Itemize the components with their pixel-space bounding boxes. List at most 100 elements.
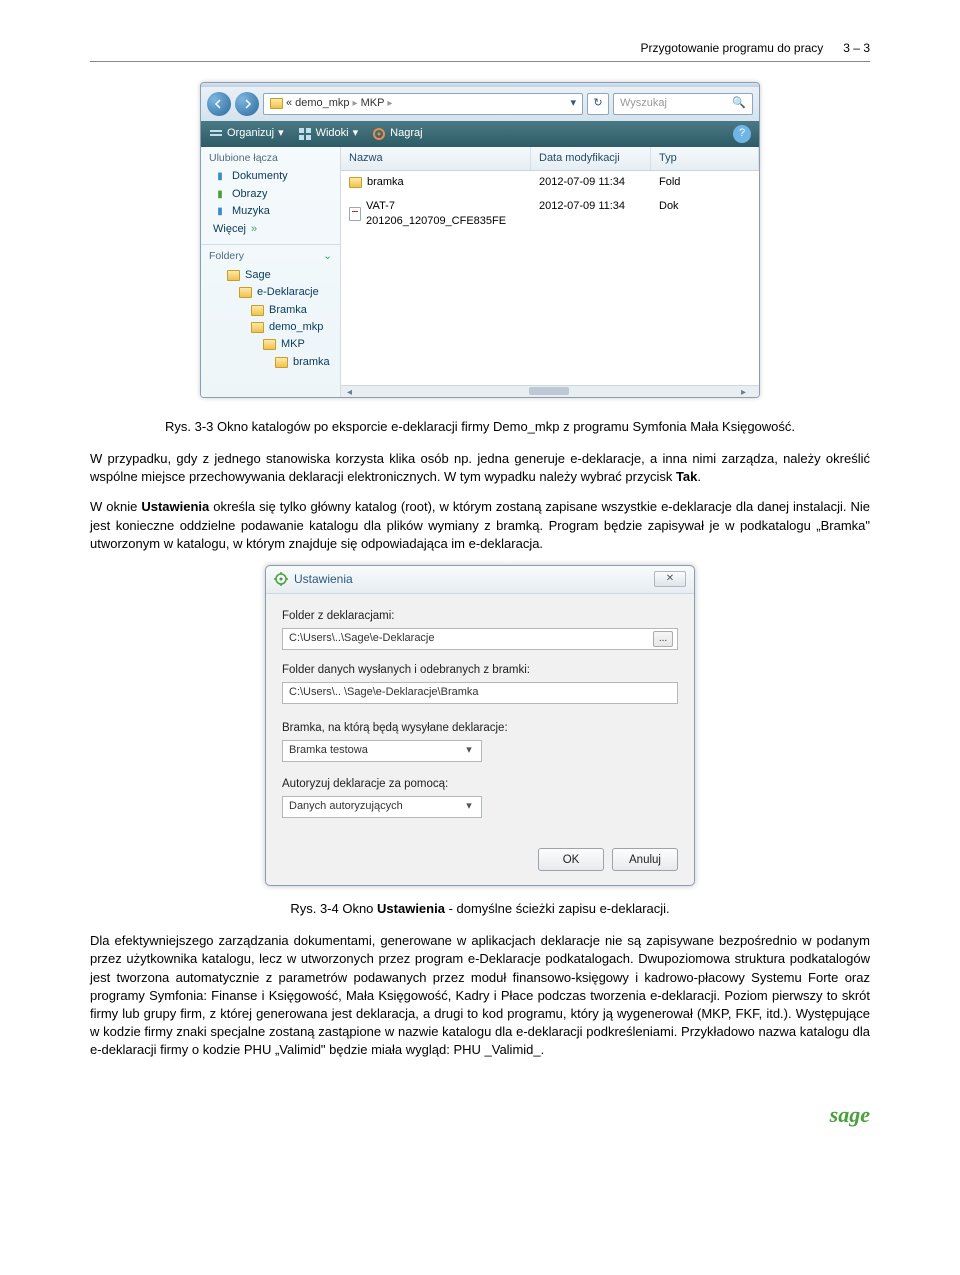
scrollbar-thumb[interactable]: [529, 387, 569, 395]
path-seg2: MKP: [361, 96, 385, 111]
scroll-left-icon[interactable]: ◂: [347, 386, 359, 396]
chevron-right-icon: »: [251, 222, 257, 237]
tree-node-edeklaracje[interactable]: e-Deklaracje: [227, 284, 332, 301]
file-date: 2012-07-09 11:34: [531, 173, 651, 192]
folder-decl-label: Folder z deklaracjami:: [282, 608, 678, 624]
sidebar-item-label: Muzyka: [232, 204, 270, 219]
tree-node-bramka[interactable]: Bramka: [227, 302, 332, 319]
file-date: 2012-07-09 11:34: [531, 197, 651, 232]
figure-caption-2: Rys. 3-4 Okno Ustawienia - domyślne ście…: [90, 900, 870, 918]
path-separator-icon: ▸: [387, 97, 392, 111]
search-input[interactable]: Wyszukaj 🔍: [613, 93, 753, 115]
folder-bramka-label: Folder danych wysłanych i odebranych z b…: [282, 662, 678, 678]
file-name: VAT-7 201206_120709_CFE835FE: [366, 199, 523, 230]
text: - domyślne ścieżki zapisu e-deklaracji.: [445, 901, 670, 916]
settings-buttons: OK Anuluj: [266, 844, 694, 885]
organize-icon: [209, 127, 223, 141]
tree-node-mkp[interactable]: MKP: [227, 336, 332, 353]
paragraph-3: Dla efektywniejszego zarządzania dokumen…: [90, 932, 870, 1059]
chevron-down-icon: ▾: [461, 743, 477, 758]
tree-node-sage[interactable]: Sage: [227, 267, 332, 284]
text: W przypadku, gdy z jednego stanowiska ko…: [90, 451, 870, 484]
folder-tree: Sage e-Deklaracje Bramka demo_mkp MKP br…: [209, 267, 332, 371]
folder-bramka-input[interactable]: C:\Users\.. \Sage\e-Deklaracje\Bramka: [282, 682, 678, 704]
burn-icon: [372, 127, 386, 141]
tree-label: Sage: [245, 268, 271, 283]
explorer-toolbar: Organizuj ▾ Widoki ▾ Nagraj ?: [201, 121, 759, 147]
text-bold: Ustawienia: [141, 499, 209, 514]
folder-icon: [275, 357, 288, 368]
burn-label: Nagraj: [390, 126, 422, 141]
nav-forward-button[interactable]: [235, 92, 259, 116]
chevron-down-icon[interactable]: ⌄: [323, 249, 332, 264]
bramka-select[interactable]: Bramka testowa ▾: [282, 740, 482, 762]
close-button[interactable]: ✕: [654, 571, 686, 587]
folder-icon: [251, 322, 264, 333]
tree-node-demo-mkp[interactable]: demo_mkp: [227, 319, 332, 336]
header-page-number: 3 – 3: [843, 41, 870, 55]
help-button[interactable]: ?: [733, 125, 751, 143]
pictures-icon: ▮: [213, 188, 227, 202]
table-row[interactable]: VAT-7 201206_120709_CFE835FE 2012-07-09 …: [341, 195, 759, 234]
chevron-down-icon: ▾: [461, 799, 477, 814]
explorer-body: Ulubione łącza ▮ Dokumenty ▮ Obrazy ▮ Mu…: [201, 147, 759, 397]
refresh-button[interactable]: ↻: [587, 93, 609, 115]
cancel-button[interactable]: Anuluj: [612, 848, 678, 871]
settings-title: Ustawienia: [294, 571, 648, 588]
sidebar-folders-title: Foldery: [209, 249, 244, 264]
sidebar-item-label: Więcej: [213, 222, 246, 237]
horizontal-scrollbar[interactable]: ◂ ▸: [341, 385, 759, 397]
tree-node-bramka-sub[interactable]: bramka: [227, 354, 332, 371]
folder-icon: [227, 270, 240, 281]
explorer-sidebar: Ulubione łącza ▮ Dokumenty ▮ Obrazy ▮ Mu…: [201, 147, 341, 397]
document-icon: [349, 207, 361, 221]
text-bold: Ustawienia: [377, 901, 445, 916]
sidebar-item-music[interactable]: ▮ Muzyka: [209, 203, 332, 220]
folder-icon: [263, 339, 276, 350]
search-placeholder: Wyszukaj: [620, 96, 667, 111]
file-list-pane: Nazwa Data modyfikacji Typ bramka 2012-0…: [341, 147, 759, 397]
settings-body: Folder z deklaracjami: C:\Users\..\Sage\…: [266, 594, 694, 844]
tree-label: e-Deklaracje: [257, 285, 319, 300]
sidebar-item-label: Dokumenty: [232, 169, 288, 184]
views-icon: [298, 127, 312, 141]
sidebar-item-label: Obrazy: [232, 187, 267, 202]
column-headers: Nazwa Data modyfikacji Typ: [341, 147, 759, 171]
address-bar[interactable]: « demo_mkp ▸ MKP ▸ ▾: [263, 93, 583, 115]
auth-select-label: Autoryzuj deklaracje za pomocą:: [282, 776, 678, 792]
scroll-right-icon[interactable]: ▸: [741, 386, 753, 396]
browse-button[interactable]: ...: [653, 631, 673, 647]
sage-logo: sage: [90, 1100, 870, 1131]
organize-button[interactable]: Organizuj ▾: [209, 126, 284, 141]
tree-label: Bramka: [269, 303, 307, 318]
folder-icon: [251, 305, 264, 316]
text: W oknie: [90, 499, 141, 514]
sidebar-item-documents[interactable]: ▮ Dokumenty: [209, 168, 332, 185]
column-type[interactable]: Typ: [651, 147, 759, 170]
file-type: Dok: [651, 197, 759, 232]
sidebar-favorites-title: Ulubione łącza: [209, 151, 332, 166]
table-row[interactable]: bramka 2012-07-09 11:34 Fold: [341, 171, 759, 194]
sidebar-item-more[interactable]: Więcej »: [209, 221, 332, 238]
organize-label: Organizuj: [227, 126, 274, 141]
text-bold: Tak: [676, 469, 697, 484]
text: .: [697, 469, 701, 484]
explorer-navbar: « demo_mkp ▸ MKP ▸ ▾ ↻ Wyszukaj 🔍: [201, 87, 759, 121]
folder-decl-input[interactable]: C:\Users\..\Sage\e-Deklaracje ...: [282, 628, 678, 650]
auth-select[interactable]: Danych autoryzujących ▾: [282, 796, 482, 818]
bramka-value: Bramka testowa: [289, 743, 461, 758]
views-button[interactable]: Widoki ▾: [298, 126, 359, 141]
column-date[interactable]: Data modyfikacji: [531, 147, 651, 170]
folder-icon: [349, 177, 362, 188]
chevron-down-icon: ▾: [278, 126, 284, 141]
burn-button[interactable]: Nagraj: [372, 126, 422, 141]
chevron-down-icon: ▾: [353, 126, 359, 141]
folder-icon: [270, 98, 283, 109]
column-name[interactable]: Nazwa: [341, 147, 531, 170]
gear-icon: [274, 572, 288, 586]
nav-back-button[interactable]: [207, 92, 231, 116]
ok-button[interactable]: OK: [538, 848, 604, 871]
folder-bramka-value: C:\Users\.. \Sage\e-Deklaracje\Bramka: [289, 685, 673, 700]
sidebar-item-pictures[interactable]: ▮ Obrazy: [209, 186, 332, 203]
chevron-down-icon[interactable]: ▾: [570, 96, 576, 111]
